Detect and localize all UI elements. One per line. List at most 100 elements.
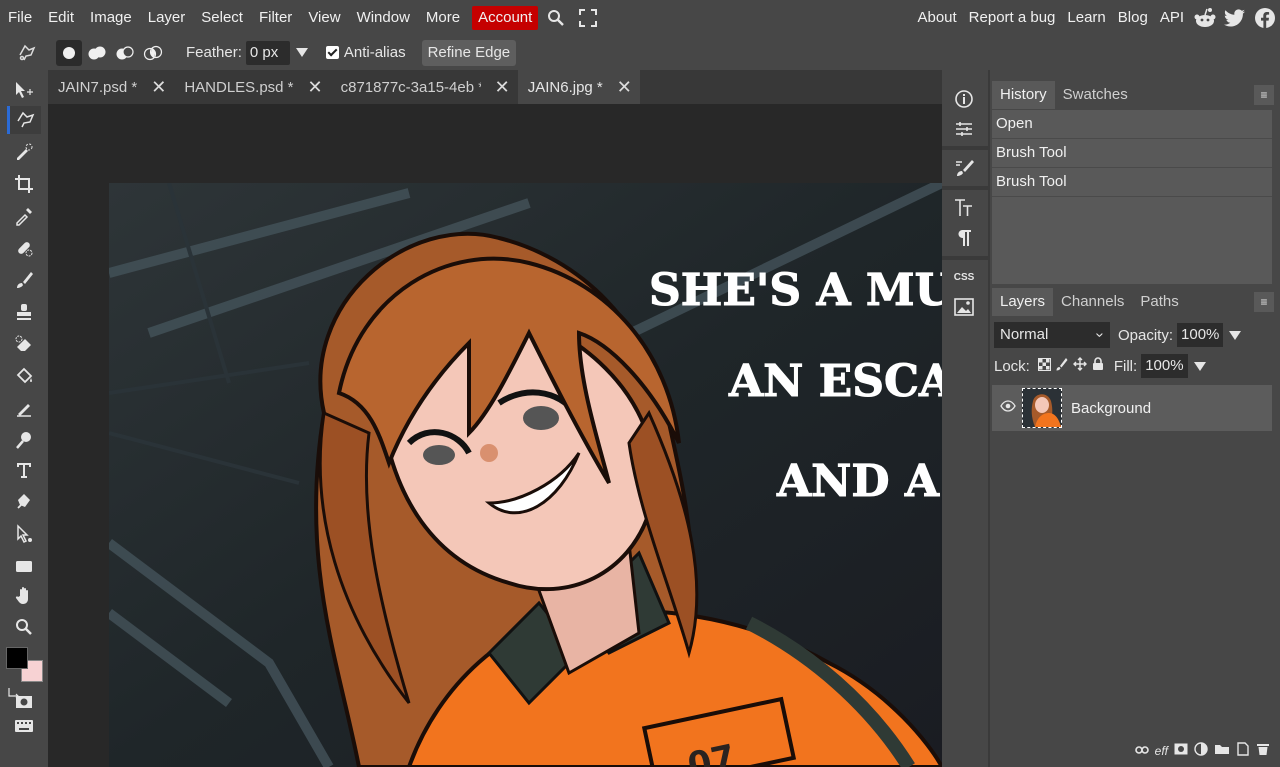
stamp-tool-icon[interactable] [7, 298, 41, 326]
quick-selection-tool-icon[interactable] [7, 138, 41, 166]
close-icon[interactable]: ✕ [617, 77, 632, 98]
tab-c871877c[interactable]: c871877c-3a15-4eb * ✕ [331, 70, 518, 104]
lock-transparency-icon[interactable] [1037, 357, 1051, 375]
pen-tool-icon[interactable] [7, 488, 41, 516]
link-about[interactable]: About [911, 6, 962, 30]
account-button[interactable]: Account [472, 5, 539, 30]
selection-subtract-icon[interactable] [112, 40, 138, 66]
menu-file[interactable]: File [0, 6, 40, 30]
panel-icon-column: CSS [942, 70, 988, 767]
brush-settings-icon[interactable] [946, 154, 982, 182]
history-scrollbar[interactable] [1272, 110, 1280, 284]
image-icon[interactable] [946, 293, 982, 321]
history-item[interactable]: Open [992, 110, 1272, 139]
tab-channels[interactable]: Channels [1053, 288, 1132, 316]
link-learn[interactable]: Learn [1061, 6, 1111, 30]
lasso-tool-icon[interactable] [14, 40, 40, 66]
layer-row[interactable]: Background [992, 385, 1272, 431]
eyedropper-tool-icon[interactable] [7, 202, 41, 230]
antialias-checkbox[interactable] [325, 46, 339, 59]
delete-layer-icon[interactable] [1256, 742, 1270, 759]
adjustments-icon[interactable] [946, 115, 982, 143]
feather-input[interactable]: 0 px [245, 40, 290, 65]
fill-tool-icon[interactable] [7, 362, 41, 390]
tab-layers[interactable]: Layers [992, 288, 1054, 316]
lock-paint-icon[interactable] [1056, 357, 1068, 375]
close-icon[interactable]: ✕ [308, 77, 323, 98]
selection-add-icon[interactable] [84, 40, 110, 66]
history-menu-icon[interactable]: ≡ [1254, 85, 1274, 105]
link-blog[interactable]: Blog [1112, 6, 1154, 30]
dodge-tool-icon[interactable] [7, 426, 41, 454]
selection-new-icon[interactable] [56, 39, 82, 66]
smudge-tool-icon[interactable] [7, 394, 41, 422]
tab-handles[interactable]: HANDLES.psd * ✕ [174, 70, 330, 104]
rectangle-tool-icon[interactable] [7, 552, 41, 580]
canvas-text-line3: AND A [776, 456, 940, 507]
refine-edge-button[interactable]: Refine Edge [421, 39, 517, 66]
move-tool-icon[interactable] [7, 76, 41, 104]
search-icon[interactable] [542, 6, 570, 30]
add-mask-icon[interactable] [1174, 743, 1188, 758]
lasso-tool-icon[interactable] [7, 106, 41, 134]
history-item[interactable]: Brush Tool [992, 168, 1272, 197]
paragraph-icon[interactable] [946, 224, 982, 252]
path-select-tool-icon[interactable] [7, 520, 41, 548]
fill-input[interactable]: 100% [1141, 354, 1188, 378]
menu-image[interactable]: Image [82, 6, 140, 30]
lock-all-icon[interactable] [1092, 357, 1104, 375]
layers-scrollbar[interactable] [1272, 385, 1280, 735]
visibility-eye-icon[interactable] [1000, 399, 1016, 415]
fill-dropdown-icon[interactable] [1193, 361, 1206, 371]
feather-dropdown-icon[interactable] [295, 48, 308, 57]
history-item[interactable]: Brush Tool [992, 139, 1272, 168]
tab-history[interactable]: History [992, 81, 1055, 109]
zoom-tool-icon[interactable] [7, 613, 41, 641]
document-area: JAIN7.psd * ✕ HANDLES.psd * ✕ c871877c-3… [48, 70, 942, 767]
opacity-input[interactable]: 100% [1177, 323, 1224, 347]
hand-tool-icon[interactable] [7, 582, 41, 610]
close-icon[interactable]: ✕ [151, 77, 166, 98]
tab-jain7[interactable]: JAIN7.psd * ✕ [48, 70, 174, 104]
reddit-icon[interactable] [1190, 6, 1220, 30]
link-layers-icon[interactable] [1134, 744, 1149, 758]
link-api[interactable]: API [1154, 6, 1190, 30]
menu-right: About Report a bug Learn Blog API [911, 0, 1280, 35]
info-icon[interactable] [946, 85, 982, 113]
tab-paths[interactable]: Paths [1132, 288, 1186, 316]
image-canvas[interactable]: SHE'S A MUD AN ESCA AND A 07 [109, 183, 942, 767]
type-tool-icon[interactable] [7, 456, 41, 484]
layers-menu-icon[interactable]: ≡ [1254, 292, 1274, 312]
facebook-icon[interactable] [1250, 6, 1280, 30]
foreground-color-swatch[interactable] [6, 647, 28, 669]
css-icon[interactable]: CSS [946, 263, 982, 291]
lock-move-icon[interactable] [1072, 357, 1087, 375]
eraser-tool-icon[interactable] [7, 330, 41, 358]
menu-select[interactable]: Select [193, 6, 251, 30]
crop-tool-icon[interactable] [7, 170, 41, 198]
menu-view[interactable]: View [300, 6, 348, 30]
adjustment-layer-icon[interactable] [1194, 742, 1208, 759]
menu-window[interactable]: Window [349, 6, 418, 30]
opacity-dropdown-icon[interactable] [1229, 330, 1242, 340]
keyboard-icon[interactable] [7, 712, 41, 740]
tab-swatches[interactable]: Swatches [1055, 81, 1136, 109]
twitter-icon[interactable] [1220, 6, 1250, 30]
new-folder-icon[interactable] [1214, 743, 1230, 758]
link-report-bug[interactable]: Report a bug [963, 6, 1062, 30]
menu-layer[interactable]: Layer [140, 6, 194, 30]
menu-edit[interactable]: Edit [40, 6, 82, 30]
tab-jain6[interactable]: JAIN6.jpg * ✕ [517, 70, 640, 104]
character-icon[interactable] [946, 194, 982, 222]
healing-tool-icon[interactable] [7, 234, 41, 262]
effects-icon[interactable]: eff [1155, 744, 1168, 758]
layer-name[interactable]: Background [1071, 400, 1151, 417]
selection-intersect-icon[interactable] [140, 40, 166, 66]
close-icon[interactable]: ✕ [495, 77, 510, 98]
brush-tool-icon[interactable] [7, 266, 41, 294]
new-layer-icon[interactable] [1236, 742, 1250, 759]
menu-filter[interactable]: Filter [251, 6, 300, 30]
blend-mode-select[interactable]: Normal [994, 322, 1110, 348]
fullscreen-icon[interactable] [574, 6, 602, 30]
menu-more[interactable]: More [418, 6, 468, 30]
